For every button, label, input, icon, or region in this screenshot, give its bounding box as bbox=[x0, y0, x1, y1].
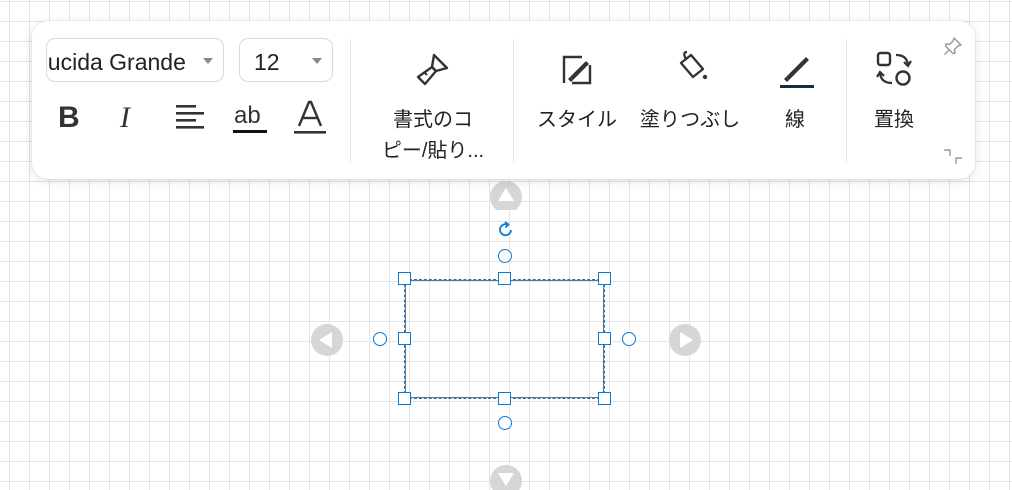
connection-point-top[interactable] bbox=[498, 249, 512, 263]
arrow-down-icon[interactable] bbox=[489, 464, 523, 490]
pin-icon[interactable] bbox=[942, 35, 964, 57]
resize-handle-top-left[interactable] bbox=[398, 272, 411, 285]
separator bbox=[513, 39, 514, 163]
style-button[interactable]: スタイル bbox=[524, 43, 630, 143]
resize-handle-bottom-left[interactable] bbox=[398, 392, 411, 405]
resize-handle-top[interactable] bbox=[498, 272, 511, 285]
resize-handle-right[interactable] bbox=[598, 332, 611, 345]
svg-text:ab: ab bbox=[234, 102, 261, 129]
resize-corner-icon[interactable] bbox=[942, 146, 964, 168]
font-family-select[interactable]: Lucida Grande bbox=[46, 38, 224, 82]
font-color-icon bbox=[294, 100, 326, 134]
style-label: スタイル bbox=[537, 109, 617, 131]
font-color-button[interactable] bbox=[290, 99, 330, 139]
connection-point-right[interactable] bbox=[622, 332, 636, 346]
resize-handle-bottom[interactable] bbox=[498, 392, 511, 405]
font-size-value: 12 bbox=[254, 49, 280, 75]
text-decoration-button[interactable]: ab bbox=[230, 99, 270, 139]
copy-format-button[interactable]: 書式のコ ピー/貼り... bbox=[368, 43, 498, 173]
chevron-down-icon bbox=[203, 58, 213, 64]
align-button[interactable] bbox=[170, 99, 210, 139]
bold-icon: B bbox=[58, 101, 80, 134]
rectangle-shape[interactable] bbox=[404, 279, 605, 399]
line-pen-icon bbox=[780, 57, 814, 88]
arrow-left-icon[interactable] bbox=[310, 323, 344, 357]
replace-button[interactable]: 置換 bbox=[852, 43, 936, 143]
fill-bucket-icon bbox=[679, 50, 708, 80]
copy-format-label-line1: 書式のコ bbox=[393, 109, 473, 131]
bold-button[interactable]: B bbox=[48, 99, 88, 139]
arrow-up-icon[interactable] bbox=[489, 180, 523, 210]
copy-format-label-line2: ピー/貼り... bbox=[381, 140, 485, 162]
italic-button[interactable]: I bbox=[108, 99, 148, 139]
line-button[interactable]: 線 bbox=[750, 43, 840, 143]
font-family-value: Lucida Grande bbox=[46, 49, 186, 75]
format-painter-icon bbox=[416, 53, 449, 86]
style-icon bbox=[562, 55, 592, 85]
replace-icon bbox=[876, 51, 912, 86]
align-left-icon bbox=[176, 105, 204, 129]
resize-handle-top-right[interactable] bbox=[598, 272, 611, 285]
copy-format-label: 書式のコ ピー/貼り... bbox=[368, 105, 498, 167]
separator bbox=[846, 39, 847, 163]
fill-button[interactable]: 塗りつぶし bbox=[635, 43, 745, 143]
line-label: 線 bbox=[785, 109, 805, 131]
format-toolbar: Lucida Grande 12 B I ab 書式のコ ピー/貼り... スタ… bbox=[32, 21, 975, 179]
resize-handle-left[interactable] bbox=[398, 332, 411, 345]
separator bbox=[350, 39, 351, 163]
connection-point-bottom[interactable] bbox=[498, 416, 512, 430]
arrow-right-icon[interactable] bbox=[668, 323, 702, 357]
connection-point-left[interactable] bbox=[373, 332, 387, 346]
chevron-down-icon bbox=[312, 58, 322, 64]
font-size-select[interactable]: 12 bbox=[239, 38, 333, 82]
italic-icon: I bbox=[120, 101, 130, 134]
strikethrough-icon: ab bbox=[233, 102, 267, 133]
replace-label: 置換 bbox=[874, 109, 914, 131]
rotate-icon[interactable] bbox=[495, 219, 517, 241]
resize-handle-bottom-right[interactable] bbox=[598, 392, 611, 405]
fill-label: 塗りつぶし bbox=[639, 109, 741, 131]
